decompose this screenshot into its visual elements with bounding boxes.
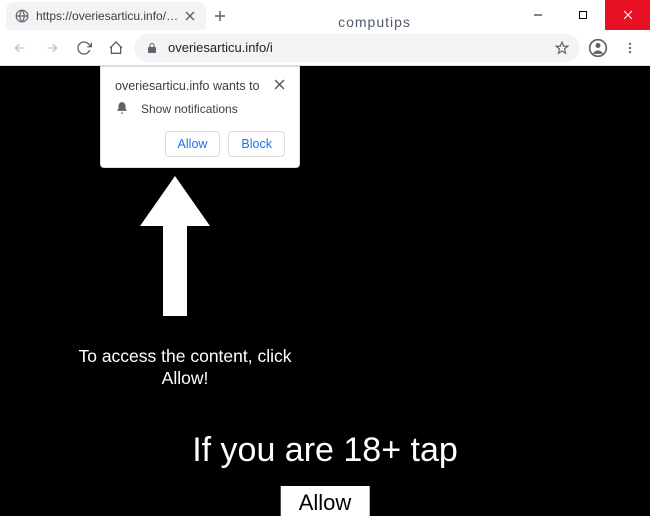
notification-origin: overiesarticu.info wants to xyxy=(115,79,260,93)
menu-button[interactable] xyxy=(616,34,644,62)
window-minimize-button[interactable] xyxy=(515,0,560,30)
window-titlebar: https://overiesarticu.info/GO8?ta comput… xyxy=(0,0,650,30)
notification-block-button[interactable]: Block xyxy=(228,131,285,157)
close-icon[interactable] xyxy=(274,79,285,90)
bookmark-star-icon[interactable] xyxy=(554,40,570,56)
page-allow-button[interactable]: Allow xyxy=(281,486,370,516)
tab-close-icon[interactable] xyxy=(182,8,198,24)
access-instruction-text: To access the content, click Allow! xyxy=(65,346,305,390)
back-button[interactable] xyxy=(6,34,34,62)
new-tab-button[interactable] xyxy=(206,2,234,30)
globe-icon xyxy=(14,8,30,24)
tab-title: https://overiesarticu.info/GO8?ta xyxy=(36,9,182,23)
notification-permission-popup: overiesarticu.info wants to Show notific… xyxy=(100,66,300,168)
browser-toolbar: overiesarticu.info/i xyxy=(0,30,650,66)
home-button[interactable] xyxy=(102,34,130,62)
lock-icon xyxy=(144,40,160,56)
page-viewport: overiesarticu.info wants to Show notific… xyxy=(0,66,650,516)
address-text: overiesarticu.info/i xyxy=(168,40,554,55)
browser-tab[interactable]: https://overiesarticu.info/GO8?ta xyxy=(6,2,206,30)
notification-allow-button[interactable]: Allow xyxy=(165,131,221,157)
watermark-text: computips xyxy=(338,14,411,30)
address-bar[interactable]: overiesarticu.info/i xyxy=(134,34,580,62)
forward-button[interactable] xyxy=(38,34,66,62)
window-maximize-button[interactable] xyxy=(560,0,605,30)
notification-message: Show notifications xyxy=(141,102,238,116)
age-gate-text: If you are 18+ tap xyxy=(0,431,650,470)
reload-button[interactable] xyxy=(70,34,98,62)
profile-button[interactable] xyxy=(584,34,612,62)
window-close-button[interactable] xyxy=(605,0,650,30)
up-arrow-icon xyxy=(135,176,215,316)
bell-icon xyxy=(115,101,131,117)
window-controls xyxy=(515,0,650,30)
